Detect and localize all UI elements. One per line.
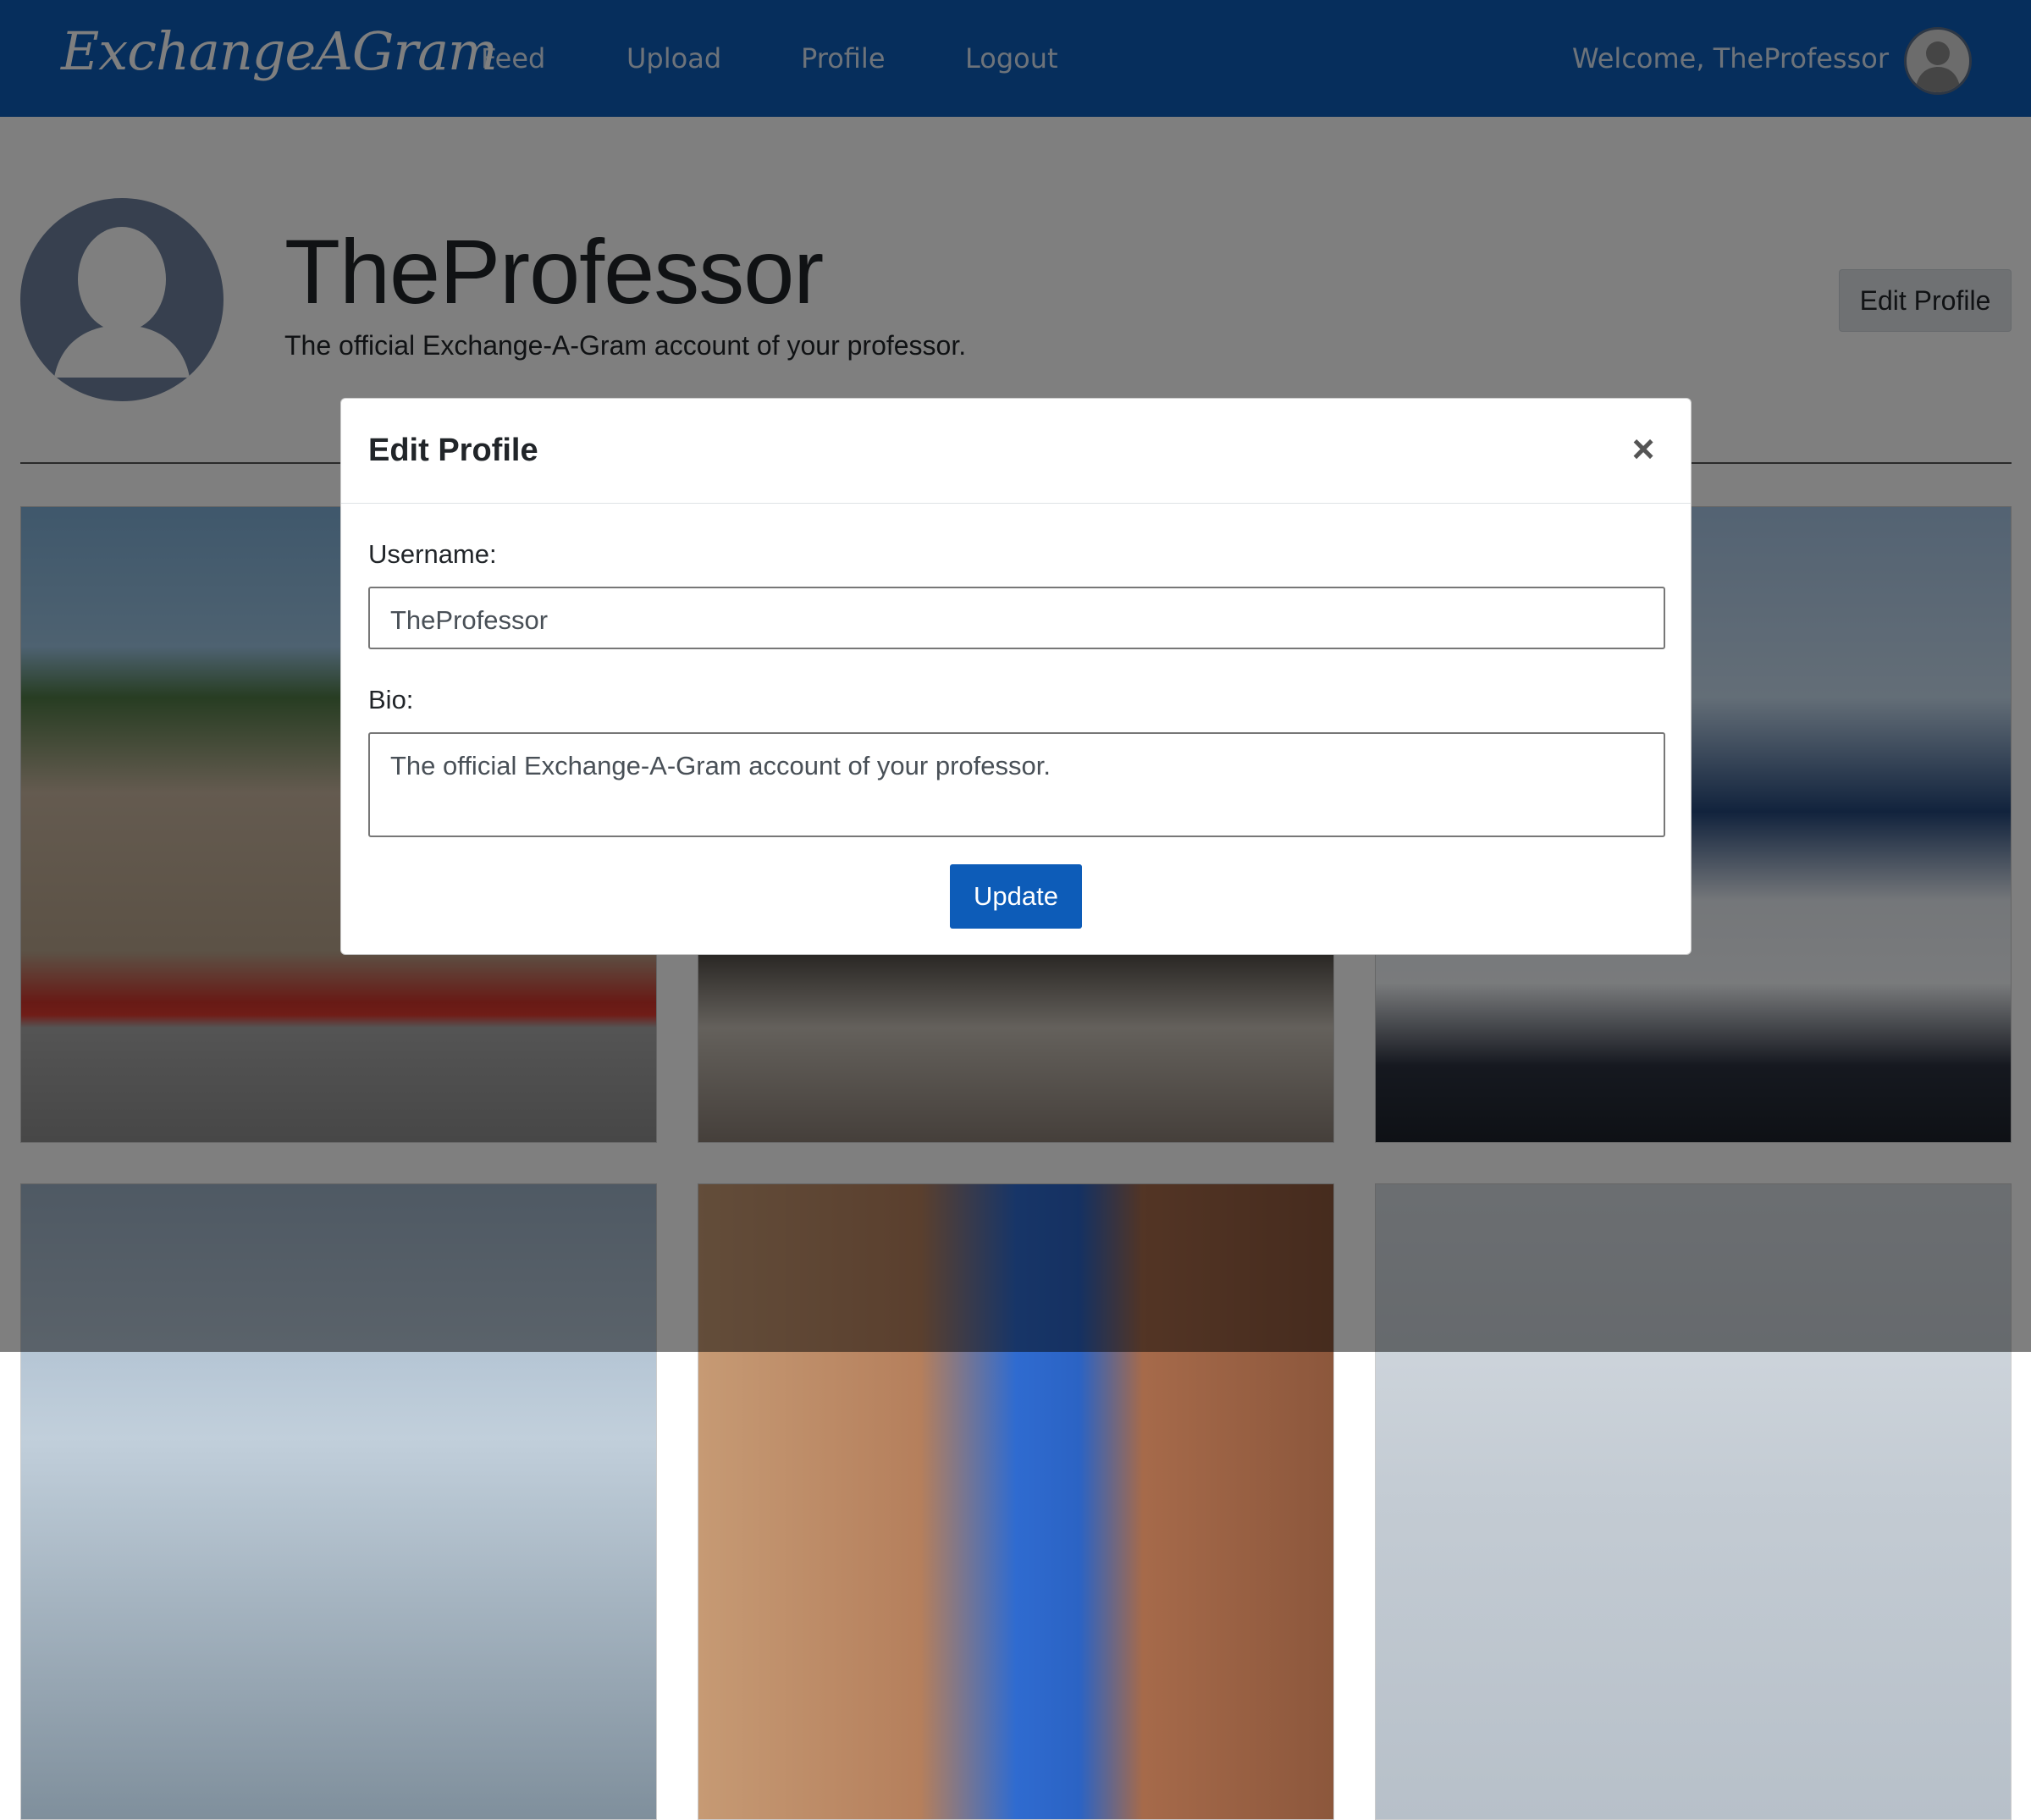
username-label: Username: bbox=[368, 539, 497, 569]
modal-title: Edit Profile bbox=[368, 433, 538, 468]
username-input[interactable]: TheProfessor bbox=[368, 587, 1665, 649]
close-icon[interactable]: × bbox=[1625, 427, 1662, 470]
edit-profile-modal: Edit Profile × Username: TheProfessor Bi… bbox=[340, 398, 1692, 955]
update-button[interactable]: Update bbox=[950, 864, 1082, 929]
bio-textarea[interactable]: The official Exchange-A-Gram account of … bbox=[368, 732, 1665, 837]
modal-header: Edit Profile × bbox=[341, 399, 1691, 504]
bio-label: Bio: bbox=[368, 685, 414, 714]
